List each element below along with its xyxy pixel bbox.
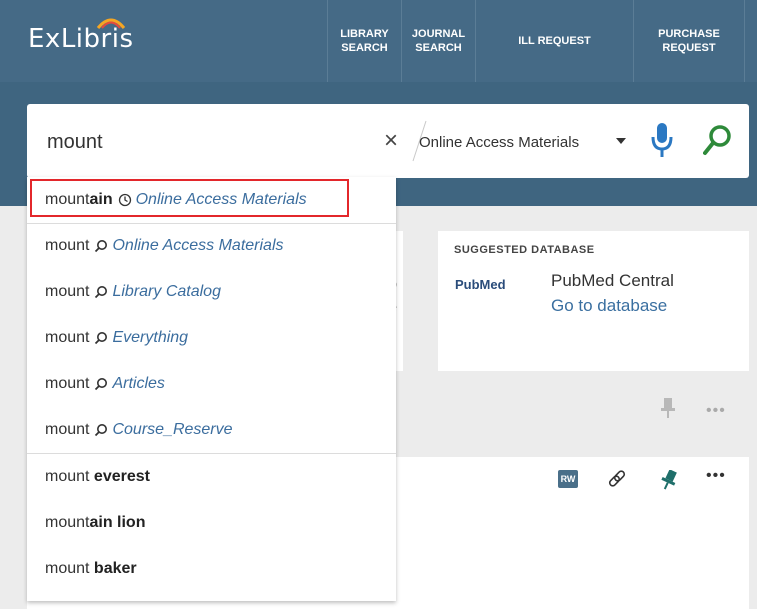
suggested-database-title: SUGGESTED DATABASE	[454, 244, 595, 256]
clear-search-button[interactable]: ×	[384, 126, 398, 156]
suggestion-prefix: mount	[45, 191, 90, 208]
chevron-down-icon[interactable]	[616, 138, 626, 144]
search-icon	[95, 240, 108, 253]
exlibris-logo[interactable]: ExLibris	[28, 14, 168, 64]
search-icon	[95, 332, 108, 345]
suggestion-prefix: mount	[45, 514, 90, 531]
suggestion-scoped-item[interactable]: mount Online Access Materials	[27, 223, 396, 269]
nav-label: ILL REQUEST	[518, 35, 591, 47]
search-scope-select[interactable]: Online Access Materials	[419, 134, 579, 151]
suggestion-completion: baker	[89, 560, 137, 577]
more-options-icon[interactable]: •••	[706, 402, 726, 420]
nav-label: PURCHASE	[658, 28, 720, 40]
suggestion-term: mount	[45, 329, 90, 346]
autocomplete-dropdown: mount ain Online Access Materials mount O…	[27, 177, 396, 601]
search-submit-icon[interactable]	[703, 124, 733, 156]
search-bar: mount × Online Access Materials	[27, 104, 749, 178]
nav-label: REQUEST	[662, 42, 716, 54]
link-icon[interactable]	[607, 469, 627, 489]
suggestion-completion: everest	[89, 468, 150, 485]
suggestion-scoped-item[interactable]: mount Everything	[27, 315, 396, 361]
suggestion-term: mount	[45, 283, 90, 300]
nav-label: SEARCH	[415, 42, 462, 54]
suggestion-history-item[interactable]: mount ain Online Access Materials	[27, 177, 396, 223]
suggestion-prefix: mount	[45, 468, 90, 485]
suggestion-term-item[interactable]: mount everest	[27, 454, 396, 500]
suggestion-prefix: mount	[45, 560, 90, 577]
pubmed-logo: PubMed	[455, 277, 506, 292]
more-options-icon[interactable]: •••	[706, 467, 726, 485]
suggestion-scope: Library Catalog	[112, 283, 221, 300]
nav-label: LIBRARY	[340, 28, 389, 40]
suggestion-scope: Everything	[112, 329, 189, 346]
search-icon	[95, 424, 108, 437]
suggestion-term-item[interactable]: mount ain lion	[27, 500, 396, 546]
nav-purchase-request[interactable]: PURCHASE REQUEST	[633, 0, 745, 82]
suggestion-scoped-item[interactable]: mount Library Catalog	[27, 269, 396, 315]
top-navigation-bar: ExLibris LIBRARY SEARCH JOURNAL SEARCH ILL…	[0, 0, 757, 82]
nav-label: JOURNAL	[411, 28, 466, 40]
nav-ill-request[interactable]: ILL REQUEST	[475, 0, 633, 82]
logo-arc-icon	[96, 18, 126, 29]
search-input[interactable]: mount	[47, 131, 103, 154]
search-icon	[95, 286, 108, 299]
suggestion-scope: Online Access Materials	[112, 237, 284, 254]
suggestion-term: mount	[45, 421, 90, 438]
microphone-icon[interactable]	[651, 123, 673, 159]
pinned-icon[interactable]	[661, 470, 677, 490]
suggestion-scoped-item[interactable]: mount Articles	[27, 361, 396, 407]
suggestion-completion: ain	[89, 191, 113, 208]
suggestion-scope: Articles	[112, 375, 165, 392]
suggestion-term: mount	[45, 237, 90, 254]
app-frame: ExLibris LIBRARY SEARCH JOURNAL SEARCH ILL…	[0, 0, 757, 609]
nav-label: SEARCH	[341, 42, 388, 54]
history-icon	[118, 193, 131, 207]
nav-library-search[interactable]: LIBRARY SEARCH	[327, 0, 401, 82]
suggestion-scope: Course_Reserve	[112, 421, 233, 438]
nav-journal-search[interactable]: JOURNAL SEARCH	[401, 0, 475, 82]
suggestion-completion: ain lion	[89, 514, 146, 531]
rw-badge[interactable]: RW	[558, 470, 578, 488]
suggestion-scoped-item[interactable]: mount Course_Reserve	[27, 407, 396, 453]
go-to-database-link[interactable]: Go to database	[551, 296, 667, 316]
suggested-database-card: SUGGESTED DATABASE PubMed PubMed Central…	[438, 231, 749, 371]
database-name: PubMed Central	[551, 271, 674, 290]
suggestion-term: mount	[45, 375, 90, 392]
suggestion-scope: Online Access Materials	[135, 191, 307, 208]
suggestion-term-item[interactable]: mount baker	[27, 546, 396, 592]
pin-icon[interactable]	[661, 398, 675, 418]
search-icon	[95, 378, 108, 391]
